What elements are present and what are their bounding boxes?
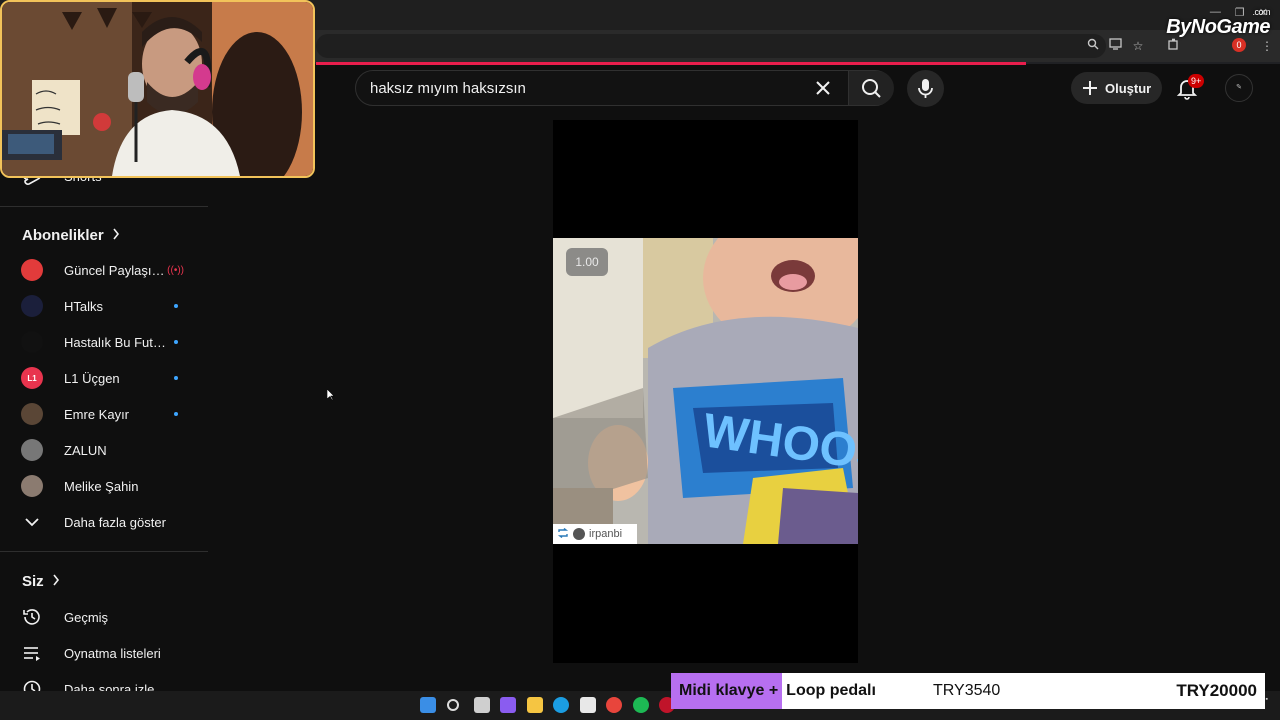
task-view-icon[interactable] xyxy=(474,697,490,713)
chevron-down-icon xyxy=(21,511,43,533)
channel-avatar-image xyxy=(21,331,43,353)
repost-username: irpanbi xyxy=(589,528,623,540)
you-heading-label: Siz xyxy=(22,573,44,590)
repost-icon xyxy=(557,527,569,541)
microphone-icon xyxy=(918,79,933,98)
sidebar-item-label: HTalks xyxy=(64,298,104,314)
show-more-button[interactable]: Daha fazla göster xyxy=(12,504,196,540)
voice-search-button[interactable] xyxy=(907,70,944,107)
extensions-icon[interactable] xyxy=(1165,37,1183,55)
sidebar-subscription-item[interactable]: HTalks xyxy=(12,288,196,324)
channel-avatar-image: L1 xyxy=(21,367,43,389)
chevron-right-icon xyxy=(112,227,120,244)
sidebar-divider xyxy=(0,551,208,552)
shorts-player[interactable]: WHOOS 1.00 irpanbi xyxy=(553,120,858,663)
taskbar-search-icon[interactable] xyxy=(447,699,459,711)
sidebar-item-label: Geçmiş xyxy=(64,609,109,625)
spotify-icon[interactable] xyxy=(633,697,649,713)
channel-avatar xyxy=(21,295,43,317)
edge-icon[interactable] xyxy=(553,697,569,713)
search-input[interactable]: haksız mıyım haksızsın xyxy=(370,80,526,97)
sidebar-subscription-item[interactable]: ZALUN xyxy=(12,432,196,468)
channel-avatar: L1 xyxy=(21,367,43,389)
you-heading[interactable]: Siz xyxy=(22,573,60,590)
windows-start-icon[interactable] xyxy=(420,697,436,713)
sidebar-item-playlists[interactable]: Oynatma listeleri xyxy=(12,635,196,671)
sidebar-item-label: Hastalık Bu Futbol xyxy=(64,334,168,350)
channel-avatar-image xyxy=(21,259,43,281)
store-icon[interactable] xyxy=(580,697,596,713)
sidebar-item-history[interactable]: Geçmiş xyxy=(12,599,196,635)
playback-speed-badge[interactable]: 1.00 xyxy=(566,248,608,276)
browser-menu-icon[interactable]: ⋮ xyxy=(1258,37,1276,55)
donation-item-highlight: Midi klavye + xyxy=(671,673,783,709)
sidebar-item-label: ZALUN xyxy=(64,442,107,458)
mouse-cursor-icon xyxy=(326,388,335,406)
address-bar[interactable] xyxy=(316,34,1106,58)
donation-current-amount: TRY3540 xyxy=(933,682,1001,699)
sidebar-subscription-item[interactable]: Emre Kayır xyxy=(12,396,196,432)
chrome-icon[interactable] xyxy=(606,697,622,713)
new-content-dot xyxy=(174,340,178,344)
sidebar-item-label: Güncel Paylaşım... xyxy=(64,262,168,278)
account-avatar[interactable]: ✎ xyxy=(1225,74,1253,102)
history-icon xyxy=(21,606,43,628)
profile-badge[interactable]: 0 xyxy=(1232,38,1246,52)
sidebar: Shorts Abonelikler Güncel Paylaşım...((•… xyxy=(0,110,208,698)
file-explorer-icon[interactable] xyxy=(527,697,543,713)
donation-goal-bar: Midi klavye + Loop pedalı TRY3540 TRY200… xyxy=(671,673,1265,709)
repost-tag: irpanbi xyxy=(553,524,637,544)
repost-avatar xyxy=(573,528,585,540)
sidebar-divider xyxy=(0,206,208,207)
create-label: Oluştur xyxy=(1105,80,1152,96)
new-content-dot xyxy=(174,304,178,308)
channel-avatar-image xyxy=(21,403,43,425)
plus-icon xyxy=(1083,81,1097,95)
search-icon xyxy=(862,79,881,98)
sidebar-subscription-item[interactable]: L1 L1 Üçgen xyxy=(12,360,196,396)
brand-suffix: .com xyxy=(1252,7,1270,17)
channel-avatar-image xyxy=(21,295,43,317)
sidebar-item-label: L1 Üçgen xyxy=(64,370,120,386)
clear-search-icon[interactable] xyxy=(812,77,834,99)
live-indicator-icon: ((•)) xyxy=(167,264,184,276)
donation-item-name: Loop pedalı xyxy=(786,682,876,699)
bookmark-star-icon[interactable]: ☆ xyxy=(1129,37,1147,55)
create-button[interactable]: Oluştur xyxy=(1071,72,1162,104)
chevron-right-icon xyxy=(52,573,60,590)
playlist-icon xyxy=(21,642,43,664)
channel-avatar-image xyxy=(21,475,43,497)
install-app-icon[interactable] xyxy=(1106,37,1124,55)
subscriptions-heading[interactable]: Abonelikler xyxy=(22,227,120,244)
notification-count-badge: 9+ xyxy=(1188,74,1205,88)
search-button[interactable] xyxy=(848,71,894,105)
search-box: haksız mıyım haksızsın xyxy=(355,70,894,106)
sidebar-subscription-item[interactable]: Güncel Paylaşım... ((•)) xyxy=(12,252,196,288)
sidebar-subscription-item[interactable]: Hastalık Bu Futbol xyxy=(12,324,196,360)
channel-avatar xyxy=(21,475,43,497)
channel-avatar xyxy=(21,439,43,461)
zoom-icon[interactable] xyxy=(1084,37,1102,55)
brand-name: ByNoGame xyxy=(1166,16,1270,38)
sidebar-item-label: Melike Şahin xyxy=(64,478,139,494)
webcam-feed xyxy=(2,2,313,176)
brand-watermark: ByNoGame .com xyxy=(1166,7,1270,39)
donation-goal-amount: TRY20000 xyxy=(1176,681,1257,700)
channel-avatar xyxy=(21,403,43,425)
channel-avatar xyxy=(21,331,43,353)
system-tray[interactable]: ▪ xyxy=(1266,695,1268,705)
streamer-webcam-overlay xyxy=(0,0,315,178)
video-thumbnail: WHOOS xyxy=(553,238,858,544)
show-more-label: Daha fazla göster xyxy=(64,514,166,530)
channel-avatar xyxy=(21,259,43,281)
sidebar-item-label: Oynatma listeleri xyxy=(64,645,161,661)
subscriptions-heading-label: Abonelikler xyxy=(22,227,104,244)
sidebar-item-label: Emre Kayır xyxy=(64,406,130,422)
sidebar-subscription-item[interactable]: Melike Şahin xyxy=(12,468,196,504)
new-content-dot xyxy=(174,412,178,416)
new-content-dot xyxy=(174,376,178,380)
video-frame[interactable]: WHOOS 1.00 irpanbi xyxy=(553,238,858,544)
copilot-icon[interactable] xyxy=(500,697,516,713)
channel-avatar-image xyxy=(21,439,43,461)
